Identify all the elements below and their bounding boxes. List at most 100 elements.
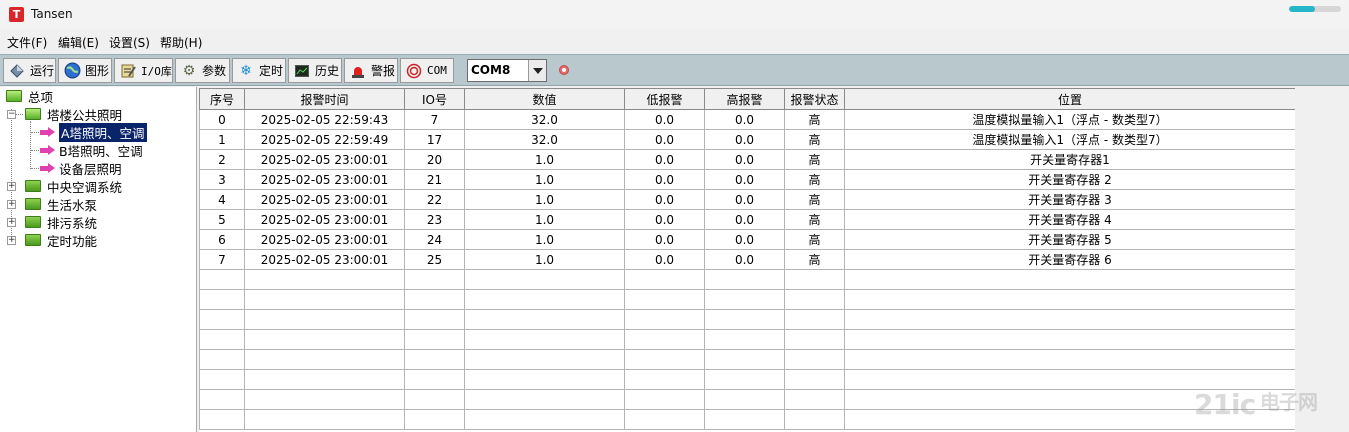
table-cell	[784, 269, 845, 290]
expand-icon[interactable]: +	[7, 218, 16, 227]
table-cell: 3	[199, 169, 245, 190]
tree-item-timer-function[interactable]: 定时功能	[25, 231, 97, 249]
menu-help[interactable]: 帮助(H)	[160, 34, 202, 51]
expand-icon[interactable]: +	[7, 182, 16, 191]
chevron-down-icon[interactable]	[528, 60, 546, 81]
table-row-empty[interactable]	[199, 349, 1295, 370]
table-cell	[404, 309, 465, 330]
table-row-empty[interactable]	[199, 329, 1295, 350]
table-cell	[624, 329, 705, 350]
table-cell	[784, 309, 845, 330]
table-cell	[704, 289, 785, 310]
column-header[interactable]: 序号	[199, 88, 245, 110]
params-button[interactable]: ⚙ 参数	[175, 58, 230, 83]
table-cell: 0.0	[704, 229, 785, 250]
table-row[interactable]: 0 2025-02-05 22:59:43 7 32.0 0.0 0.0 高温度模拟量输入1…	[199, 109, 1295, 130]
table-cell: 0.0	[624, 189, 705, 210]
table-cell: 2025-02-05 23:00:01	[244, 249, 405, 270]
table-row-empty[interactable]	[199, 289, 1295, 310]
io-library-icon	[119, 62, 137, 80]
column-header[interactable]: IO号	[404, 88, 465, 110]
table-cell: 温度模拟量输入1（浮点 - 数类型7）	[844, 129, 1295, 150]
toolbar: 运行 图形 I/O库 ⚙ 参数 ❄ 定时 历史 警报 COM COM8	[0, 54, 1349, 86]
table-cell: 高	[784, 129, 845, 150]
column-header[interactable]: 报警时间	[244, 88, 405, 110]
table-cell	[404, 289, 465, 310]
column-header[interactable]: 数值	[464, 88, 625, 110]
history-icon	[293, 62, 311, 80]
graphics-button[interactable]: 图形	[58, 58, 112, 83]
collapse-icon[interactable]: −	[7, 110, 16, 119]
table-cell	[624, 349, 705, 370]
alarm-button[interactable]: 警报	[344, 58, 398, 83]
tree-item-b-tower[interactable]: B塔照明、空调	[40, 141, 143, 159]
table-cell: 0.0	[624, 169, 705, 190]
table-cell	[464, 349, 625, 370]
column-header[interactable]: 高报警	[704, 88, 785, 110]
table-row-empty[interactable]	[199, 369, 1295, 390]
table-cell	[404, 269, 465, 290]
table-cell: 32.0	[464, 129, 625, 150]
table-cell	[464, 329, 625, 350]
column-header[interactable]: 低报警	[624, 88, 705, 110]
table-row[interactable]: 1 2025-02-05 22:59:49 17 32.0 0.0 0.0 高温度模拟量输入…	[199, 129, 1295, 150]
table-cell	[704, 369, 785, 390]
table-row[interactable]: 6 2025-02-05 23:00:01 24 1.0 0.0 0.0 高开关量寄存器 5	[199, 229, 1295, 250]
table-cell: 0.0	[704, 169, 785, 190]
table-row[interactable]: 5 2025-02-05 23:00:01 23 1.0 0.0 0.0 高开关量寄存器 4	[199, 209, 1295, 230]
tree-item-sewage[interactable]: 排污系统	[25, 213, 97, 231]
io-library-label: I/O库	[141, 64, 172, 78]
timer-button[interactable]: ❄ 定时	[232, 58, 286, 83]
table-cell	[199, 369, 245, 390]
expand-icon[interactable]: +	[7, 200, 16, 209]
table-row[interactable]: 7 2025-02-05 23:00:01 25 1.0 0.0 0.0 高开关量寄存器 6	[199, 249, 1295, 270]
table-row-empty[interactable]	[199, 409, 1295, 430]
tree-item-equipment-floor[interactable]: 设备层照明	[40, 159, 122, 177]
table-cell	[784, 329, 845, 350]
folder-icon	[25, 198, 41, 210]
table-cell: 0.0	[624, 249, 705, 270]
table-cell: 0.0	[624, 209, 705, 230]
tree-root[interactable]: 总项	[6, 87, 53, 105]
table-cell	[464, 289, 625, 310]
menu-settings[interactable]: 设置(S)	[109, 34, 150, 51]
tree-item-hvac[interactable]: 中央空调系统	[25, 177, 122, 195]
history-label: 历史	[315, 64, 340, 78]
table-row[interactable]: 3 2025-02-05 23:00:01 21 1.0 0.0 0.0 高开关量寄存器 2	[199, 169, 1295, 190]
alarm-table-container: 序号 报警时间 IO号 数值 低报警 高报警 报警状态 位置 0 2025-02-…	[199, 88, 1295, 432]
table-cell: 2025-02-05 22:59:43	[244, 109, 405, 130]
table-row[interactable]: 4 2025-02-05 23:00:01 22 1.0 0.0 0.0 高开关量寄存器 3	[199, 189, 1295, 210]
menu-edit[interactable]: 编辑(E)	[58, 34, 99, 51]
tree-item-label: 中央空调系统	[47, 179, 123, 195]
com-button[interactable]: COM	[400, 58, 454, 83]
history-button[interactable]: 历史	[288, 58, 342, 83]
expand-icon[interactable]: +	[7, 236, 16, 245]
column-header[interactable]: 报警状态	[784, 88, 845, 110]
table-row-empty[interactable]	[199, 389, 1295, 410]
table-row-empty[interactable]	[199, 309, 1295, 330]
io-library-button[interactable]: I/O库	[114, 58, 173, 83]
stop-icon[interactable]	[559, 65, 569, 75]
table-cell	[844, 309, 1295, 330]
tree-item-water-pump[interactable]: 生活水泵	[25, 195, 97, 213]
table-cell: 开关量寄存器 5	[844, 229, 1295, 250]
tree-item-a-tower[interactable]: A塔照明、空调	[40, 122, 147, 142]
tree-item-tower-lighting[interactable]: 塔楼公共照明	[25, 105, 122, 123]
menu-file[interactable]: 文件(F)	[7, 34, 47, 51]
table-cell	[199, 349, 245, 370]
table-cell	[784, 349, 845, 370]
com-label: COM	[427, 64, 447, 77]
table-cell: 0	[199, 109, 245, 130]
tree-item-label: 设备层照明	[59, 161, 122, 177]
table-cell: 开关量寄存器 6	[844, 249, 1295, 270]
table-cell: 高	[784, 149, 845, 170]
com-port-select[interactable]: COM8	[467, 59, 547, 82]
table-row[interactable]: 2 2025-02-05 23:00:01 20 1.0 0.0 0.0 高开关量寄存器1	[199, 149, 1295, 170]
column-header[interactable]: 位置	[844, 88, 1295, 110]
table-cell	[244, 369, 405, 390]
table-cell: 1.0	[464, 189, 625, 210]
table-cell	[784, 369, 845, 390]
run-button[interactable]: 运行	[3, 58, 56, 83]
table-row-empty[interactable]	[199, 269, 1295, 290]
table-cell	[199, 269, 245, 290]
